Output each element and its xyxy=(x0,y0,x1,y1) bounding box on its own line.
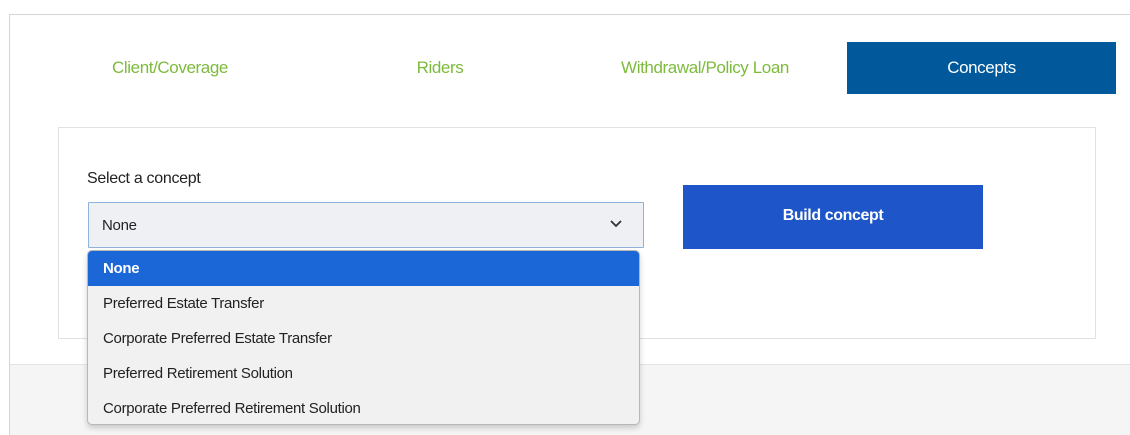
option-preferred-estate-transfer[interactable]: Preferred Estate Transfer xyxy=(88,286,639,321)
build-concept-button[interactable]: Build concept xyxy=(683,185,983,249)
tab-withdrawal-policy-loan[interactable]: Withdrawal/Policy Loan xyxy=(585,42,825,94)
tab-concepts[interactable]: Concepts xyxy=(847,42,1116,94)
concept-select-label: Select a concept xyxy=(87,170,201,187)
tab-bar: Client/Coverage Riders Withdrawal/Policy… xyxy=(10,42,1116,94)
concept-dropdown-list: None Preferred Estate Transfer Corporate… xyxy=(87,250,640,425)
option-corporate-preferred-retirement-solution[interactable]: Corporate Preferred Retirement Solution xyxy=(88,391,639,424)
concept-select-value: None xyxy=(102,217,137,234)
tab-client-coverage[interactable]: Client/Coverage xyxy=(70,42,270,94)
option-none[interactable]: None xyxy=(88,251,639,286)
chevron-down-icon xyxy=(610,220,622,228)
option-preferred-retirement-solution[interactable]: Preferred Retirement Solution xyxy=(88,356,639,391)
concept-select[interactable]: None xyxy=(88,202,644,248)
tab-riders[interactable]: Riders xyxy=(380,42,500,94)
option-corporate-preferred-estate-transfer[interactable]: Corporate Preferred Estate Transfer xyxy=(88,321,639,356)
